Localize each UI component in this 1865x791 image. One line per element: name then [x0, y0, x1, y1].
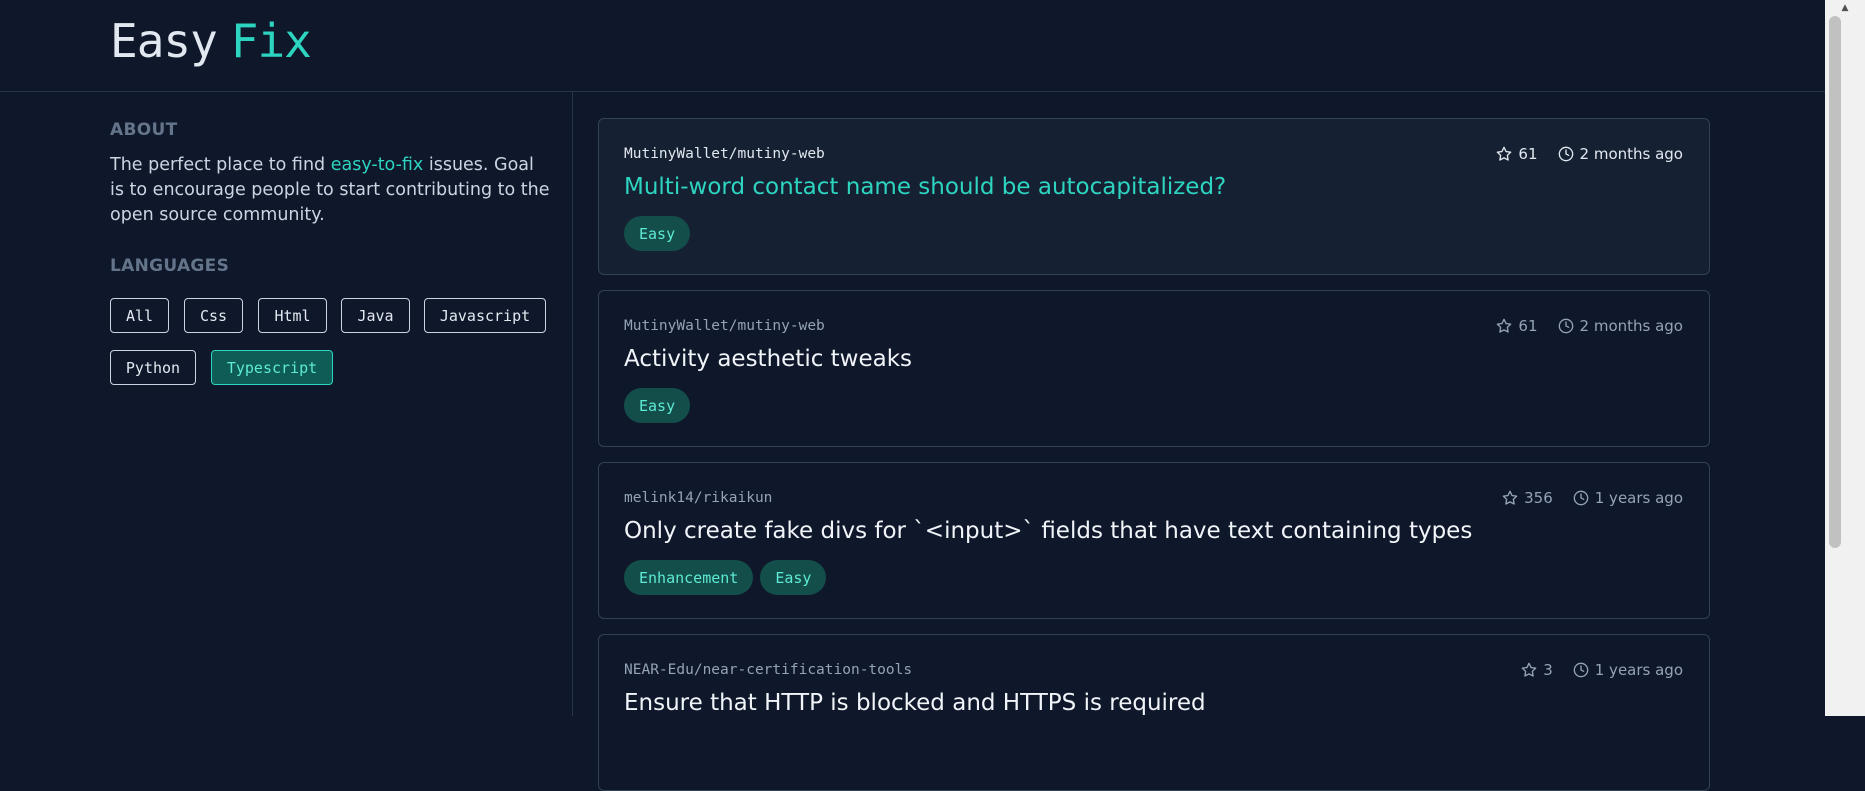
issue-title[interactable]: Multi-word contact name should be autoca… [624, 174, 1684, 200]
issue-repo[interactable]: NEAR-Edu/near-certification-tools [624, 662, 912, 678]
issue-card[interactable]: NEAR-Edu/near-certification-tools 3 1 ye… [598, 634, 1710, 791]
issue-title[interactable]: Ensure that HTTP is blocked and HTTPS is… [624, 690, 1684, 716]
about-text: The perfect place to find easy-to-fix is… [110, 153, 550, 228]
site-header: Easy Fix [0, 0, 1865, 92]
issue-age: 1 years ago [1594, 489, 1683, 507]
tag-badge: Easy [624, 216, 691, 251]
tag-badge: Enhancement [624, 560, 754, 595]
clock-icon [1573, 662, 1589, 678]
issue-repo[interactable]: MutinyWallet/mutiny-web [624, 318, 825, 334]
issue-age: 2 months ago [1579, 145, 1683, 163]
languages-title: LANGUAGES [110, 256, 230, 276]
issue-meta: 61 2 months ago [1496, 317, 1683, 335]
star-icon [1502, 490, 1518, 505]
language-chip-css[interactable]: Css [184, 298, 243, 333]
about-text-pre: The perfect place to find [110, 155, 331, 175]
page-scrollbar[interactable]: ▲ [1825, 0, 1865, 716]
issue-card[interactable]: melink14/rikaikun 356 1 years ago Only c… [598, 462, 1710, 619]
issue-title[interactable]: Activity aesthetic tweaks [624, 346, 1684, 372]
star-icon [1497, 146, 1512, 161]
issue-age: 2 months ago [1579, 317, 1683, 335]
issue-card[interactable]: MutinyWallet/mutiny-web 61 2 months ago … [598, 290, 1710, 447]
language-chip-typescript[interactable]: Typescript [211, 350, 333, 385]
star-count: 3 [1543, 661, 1553, 679]
issue-meta: 356 1 years ago [1502, 489, 1683, 507]
issue-tags: Easy [624, 388, 691, 423]
issue-repo[interactable]: melink14/rikaikun [624, 490, 772, 506]
star-count: 356 [1524, 489, 1553, 507]
language-chip-html[interactable]: Html [258, 298, 327, 333]
clock-icon [1573, 490, 1589, 506]
logo-word-easy: Easy [110, 14, 218, 68]
column-divider [572, 92, 573, 716]
language-chip-java[interactable]: Java [341, 298, 410, 333]
star-icon [1497, 318, 1512, 333]
scroll-up-arrow-icon[interactable]: ▲ [1825, 0, 1865, 16]
language-chip-python[interactable]: Python [110, 350, 196, 385]
clock-icon [1558, 318, 1573, 334]
about-highlight-link[interactable]: easy-to-fix [331, 155, 424, 175]
issue-repo[interactable]: MutinyWallet/mutiny-web [624, 146, 825, 162]
issue-age: 1 years ago [1594, 661, 1683, 679]
logo-word-fix: Fix [230, 14, 312, 68]
star-count: 61 [1518, 317, 1538, 335]
issue-meta: 3 1 years ago [1521, 661, 1683, 679]
clock-icon [1558, 146, 1573, 162]
language-chip-all[interactable]: All [110, 298, 169, 333]
language-chip-javascript[interactable]: Javascript [424, 298, 546, 333]
tag-badge: Easy [760, 560, 827, 595]
issue-tags: Enhancement Easy [624, 560, 827, 595]
issue-tags: Easy [624, 216, 691, 251]
issue-card[interactable]: MutinyWallet/mutiny-web 61 2 months ago … [598, 118, 1710, 275]
site-logo[interactable]: Easy Fix [110, 14, 312, 68]
star-icon [1521, 662, 1537, 677]
about-title: ABOUT [110, 120, 178, 140]
scrollbar-thumb[interactable] [1829, 16, 1841, 548]
issue-meta: 61 2 months ago [1496, 145, 1683, 163]
issue-title[interactable]: Only create fake divs for `<input>` fiel… [624, 518, 1684, 544]
tag-badge: Easy [624, 388, 691, 423]
star-count: 61 [1518, 145, 1538, 163]
